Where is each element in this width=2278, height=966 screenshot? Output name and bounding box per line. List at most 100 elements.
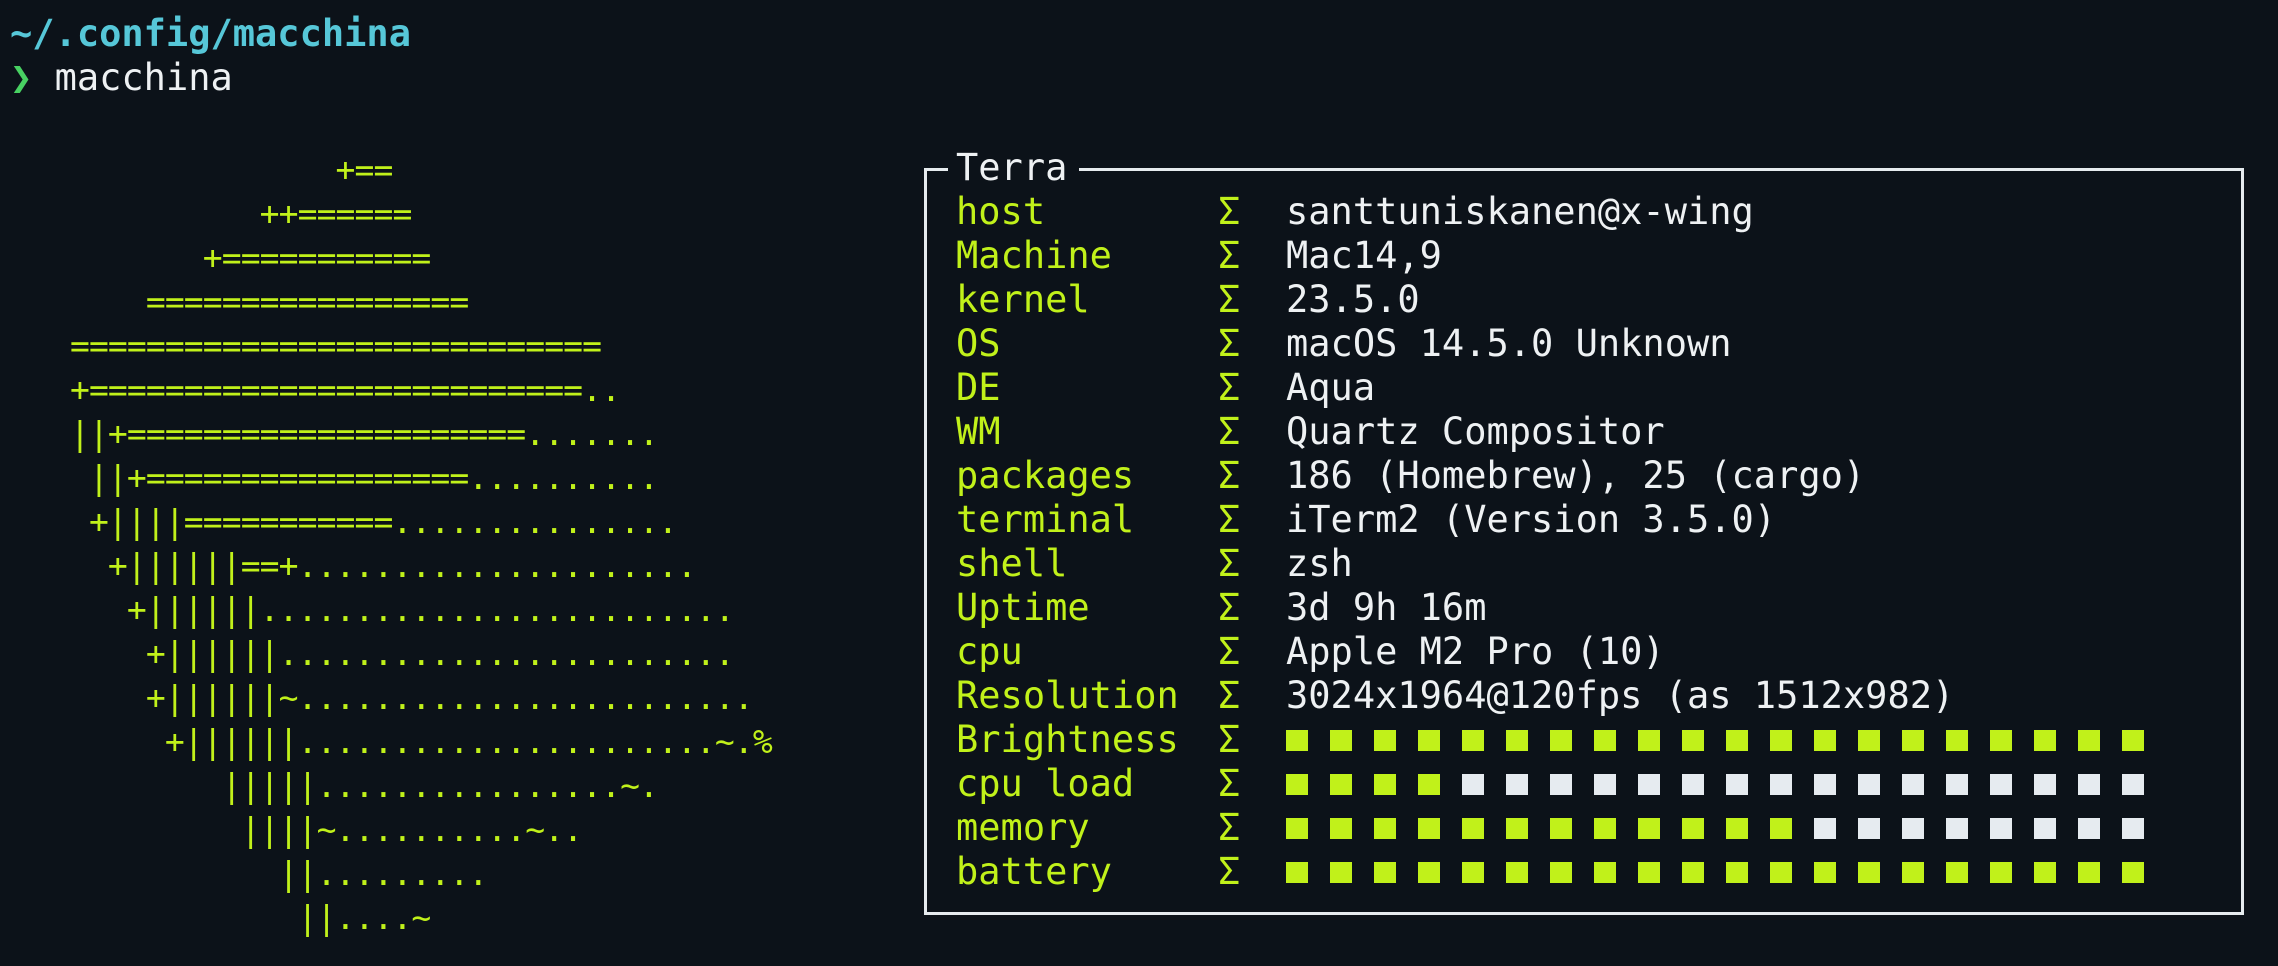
bar-block-filled (1682, 818, 1704, 839)
bar-block-empty (1682, 774, 1704, 795)
bar-block-filled (1418, 862, 1440, 883)
box-title: Terra (948, 146, 1080, 190)
ascii-line: +==========================.. (70, 370, 621, 409)
row-value: 3d 9h 16m (1286, 586, 1487, 629)
bar-block-filled (1814, 862, 1836, 883)
bar-block-filled (1330, 818, 1352, 839)
row-value: iTerm2 (Version 3.5.0) (1286, 498, 1777, 541)
ascii-line: |||||................~. (70, 766, 659, 805)
bar-block-filled (1638, 862, 1660, 883)
bar-block-filled (1682, 730, 1704, 751)
sigma-icon: Σ (1218, 542, 1241, 585)
bar-block-empty (1814, 818, 1836, 839)
sigma-icon: Σ (1218, 190, 1241, 233)
prompt-arrow-icon: ❯ (10, 56, 33, 99)
row-value: 23.5.0 (1286, 278, 1420, 321)
bar-block-filled (1726, 818, 1748, 839)
row-key: kernel (956, 278, 1090, 321)
ascii-line: +== (70, 150, 394, 189)
bar-block-filled (1330, 730, 1352, 751)
bar-block-empty (1858, 774, 1880, 795)
bar-block-empty (1770, 774, 1792, 795)
current-directory: ~/.config/macchina (10, 12, 411, 55)
info-row-wm: WM Σ Quartz Compositor (956, 410, 2236, 454)
brightness-bar (1286, 730, 2144, 751)
row-value: 186 (Homebrew), 25 (cargo) (1286, 454, 1866, 497)
ascii-line: +||||||........................ (70, 634, 735, 673)
bar-block-filled (1418, 818, 1440, 839)
sigma-icon: Σ (1218, 850, 1241, 893)
bar-block-empty (1594, 774, 1616, 795)
bar-block-filled (1374, 818, 1396, 839)
bar-block-filled (1286, 774, 1308, 795)
row-key: memory (956, 806, 1090, 849)
info-rows: host Σ santtuniskanen@x-wing Machine Σ M… (956, 190, 2236, 894)
bar-block-filled (1814, 730, 1836, 751)
ascii-line: ||....~ (70, 898, 432, 937)
bar-block-filled (1550, 818, 1572, 839)
bar-block-filled (1770, 818, 1792, 839)
info-row-terminal: terminal Σ iTerm2 (Version 3.5.0) (956, 498, 2236, 542)
bar-block-filled (1946, 730, 1968, 751)
bar-block-empty (1638, 774, 1660, 795)
sigma-icon: Σ (1218, 454, 1241, 497)
bar-block-empty (1462, 774, 1484, 795)
bar-block-filled (1858, 862, 1880, 883)
bar-block-filled (1330, 862, 1352, 883)
row-key: DE (956, 366, 1001, 409)
sigma-icon: Σ (1218, 410, 1241, 453)
bar-block-filled (1506, 730, 1528, 751)
bar-block-filled (1462, 730, 1484, 751)
sigma-icon: Σ (1218, 674, 1241, 717)
cpu-load-bar (1286, 774, 2144, 795)
sigma-icon: Σ (1218, 806, 1241, 849)
bar-block-filled (1286, 730, 1308, 751)
bar-block-filled (1946, 862, 1968, 883)
bar-block-filled (2078, 862, 2100, 883)
row-key: Uptime (956, 586, 1090, 629)
row-key: shell (956, 542, 1068, 585)
bar-block-filled (1594, 862, 1616, 883)
bar-block-empty (1990, 774, 2012, 795)
bar-block-empty (1902, 818, 1924, 839)
sigma-icon: Σ (1218, 234, 1241, 277)
bar-block-filled (1990, 730, 2012, 751)
info-row-resolution: Resolution Σ 3024x1964@120fps (as 1512x9… (956, 674, 2236, 718)
info-row-machine: Machine Σ Mac14,9 (956, 234, 2236, 278)
bar-block-filled (1286, 818, 1308, 839)
sigma-icon: Σ (1218, 322, 1241, 365)
bar-block-filled (1726, 730, 1748, 751)
info-row-cpu: cpu Σ Apple M2 Pro (10) (956, 630, 2236, 674)
ascii-line: +||||||......................... (70, 590, 735, 629)
bar-block-filled (2034, 862, 2056, 883)
row-value: 3024x1964@120fps (as 1512x982) (1286, 674, 1955, 717)
bar-block-empty (1858, 818, 1880, 839)
bar-block-filled (1506, 862, 1528, 883)
info-row-kernel: kernel Σ 23.5.0 (956, 278, 2236, 322)
bar-block-filled (1374, 774, 1396, 795)
ascii-line: ============================ (70, 326, 602, 365)
sigma-icon: Σ (1218, 498, 1241, 541)
bar-block-filled (1374, 730, 1396, 751)
bar-block-filled (1550, 862, 1572, 883)
info-row-os: OS Σ macOS 14.5.0 Unknown (956, 322, 2236, 366)
bar-block-filled (1594, 730, 1616, 751)
row-key: cpu (956, 630, 1023, 673)
bar-block-filled (1638, 818, 1660, 839)
info-row-host: host Σ santtuniskanen@x-wing (956, 190, 2236, 234)
bar-block-filled (1902, 862, 1924, 883)
memory-bar (1286, 818, 2144, 839)
ascii-line: ||+=================.......... (70, 458, 659, 497)
bar-block-filled (2122, 730, 2144, 751)
bar-block-filled (1418, 730, 1440, 751)
row-key: terminal (956, 498, 1135, 541)
bar-block-filled (1638, 730, 1660, 751)
bar-block-filled (1374, 862, 1396, 883)
ascii-line: ||+=====================....... (70, 414, 659, 453)
info-row-memory: memory Σ (956, 806, 2236, 850)
bar-block-empty (2122, 818, 2144, 839)
row-key: packages (956, 454, 1135, 497)
info-row-de: DE Σ Aqua (956, 366, 2236, 410)
bar-block-empty (1902, 774, 1924, 795)
bar-block-empty (2078, 774, 2100, 795)
